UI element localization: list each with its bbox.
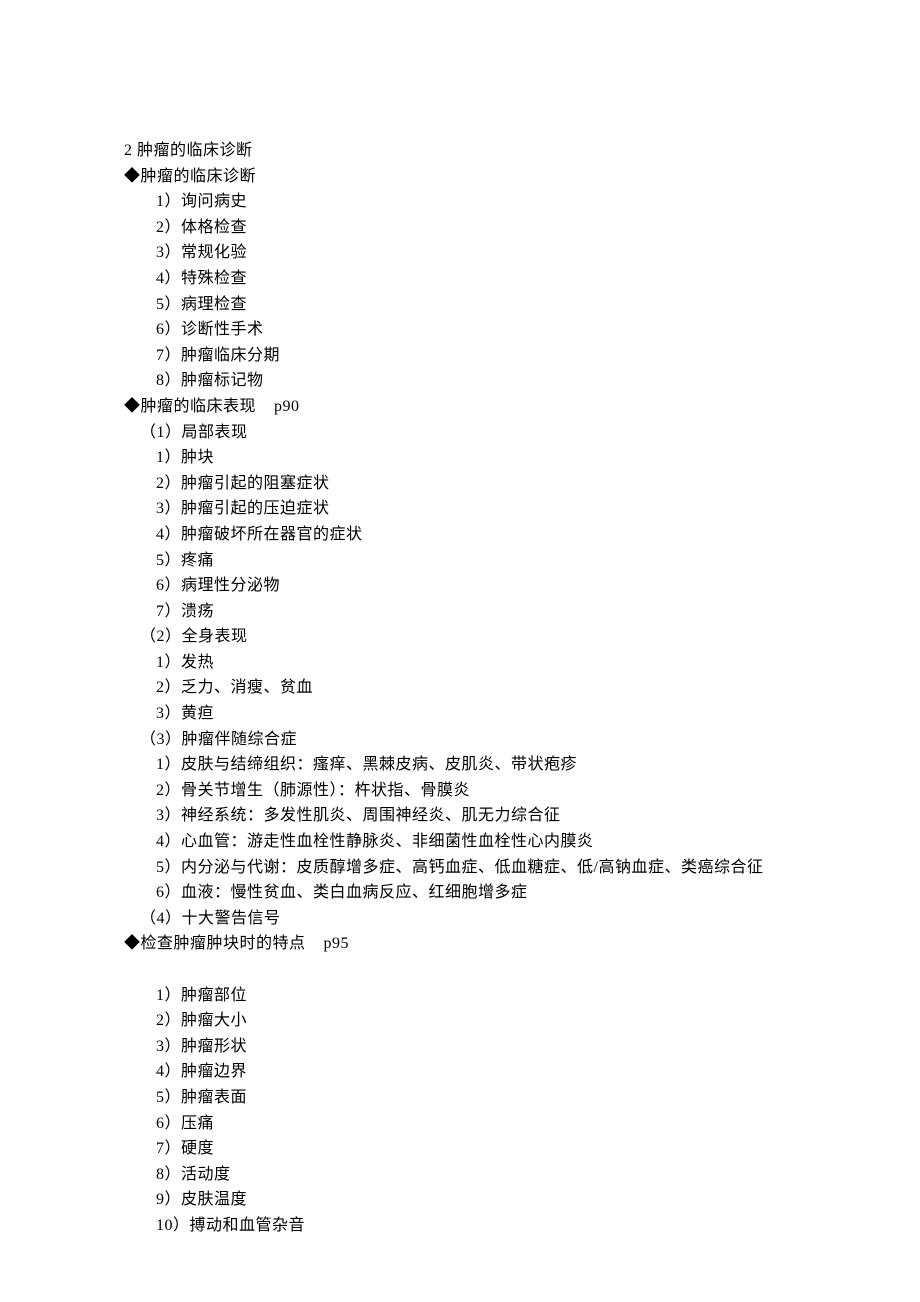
text-line: 5）疼痛: [156, 548, 920, 574]
text-line: 1）询问病史: [156, 189, 920, 215]
text-line: （1）局部表现: [140, 420, 920, 446]
text-line: ◆肿瘤的临床诊断: [124, 164, 920, 190]
text-line: 2）肿瘤引起的阻塞症状: [156, 471, 920, 497]
text-line: （2）全身表现: [140, 624, 920, 650]
text-line: [156, 957, 920, 983]
text-line: （3）肿瘤伴随综合症: [140, 727, 920, 753]
text-line: 2）体格检查: [156, 215, 920, 241]
text-line: 4）特殊检查: [156, 266, 920, 292]
text-line: 4）肿瘤边界: [156, 1059, 920, 1085]
text-line: 7）肿瘤临床分期: [156, 343, 920, 369]
text-line: 10）搏动和血管杂音: [156, 1213, 920, 1239]
text-line: 4）肿瘤破坏所在器官的症状: [156, 522, 920, 548]
text-line: 3）常规化验: [156, 240, 920, 266]
text-line: 5）病理检查: [156, 292, 920, 318]
text-line: 4）心血管：游走性血栓性静脉炎、非细菌性血栓性心内膜炎: [156, 829, 920, 855]
text-line: ◆检查肿瘤肿块时的特点 p95: [124, 931, 920, 957]
text-line: 1）肿瘤部位: [156, 983, 920, 1009]
document-body: 2 肿瘤的临床诊断◆肿瘤的临床诊断1）询问病史2）体格检查3）常规化验4）特殊检…: [124, 138, 920, 1239]
text-line: 8）肿瘤标记物: [156, 368, 920, 394]
text-line: （4）十大警告信号: [140, 906, 920, 932]
text-line: ◆肿瘤的临床表现 p90: [124, 394, 920, 420]
text-line: 1）肿块: [156, 445, 920, 471]
text-line: 6）血液：慢性贫血、类白血病反应、红细胞增多症: [156, 880, 920, 906]
text-line: 8）活动度: [156, 1162, 920, 1188]
text-line: 2）肿瘤大小: [156, 1008, 920, 1034]
text-line: 7）溃疡: [156, 599, 920, 625]
text-line: 3）黄疸: [156, 701, 920, 727]
text-line: 1）发热: [156, 650, 920, 676]
text-line: 2）骨关节增生（肺源性）：杵状指、骨膜炎: [156, 778, 920, 804]
text-line: 6）诊断性手术: [156, 317, 920, 343]
text-line: 3）神经系统：多发性肌炎、周围神经炎、肌无力综合征: [156, 803, 920, 829]
text-line: 9）皮肤温度: [156, 1187, 920, 1213]
text-line: 2）乏力、消瘦、贫血: [156, 675, 920, 701]
text-line: 1）皮肤与结缔组织：瘙痒、黑棘皮病、皮肌炎、带状疱疹: [156, 752, 920, 778]
text-line: 2 肿瘤的临床诊断: [124, 138, 920, 164]
text-line: 7）硬度: [156, 1136, 920, 1162]
text-line: 5）肿瘤表面: [156, 1085, 920, 1111]
text-line: 3）肿瘤引起的压迫症状: [156, 496, 920, 522]
text-line: 6）病理性分泌物: [156, 573, 920, 599]
text-line: 5）内分泌与代谢：皮质醇增多症、高钙血症、低血糖症、低/高钠血症、类癌综合征: [156, 855, 920, 881]
text-line: 6）压痛: [156, 1111, 920, 1137]
text-line: 3）肿瘤形状: [156, 1034, 920, 1060]
